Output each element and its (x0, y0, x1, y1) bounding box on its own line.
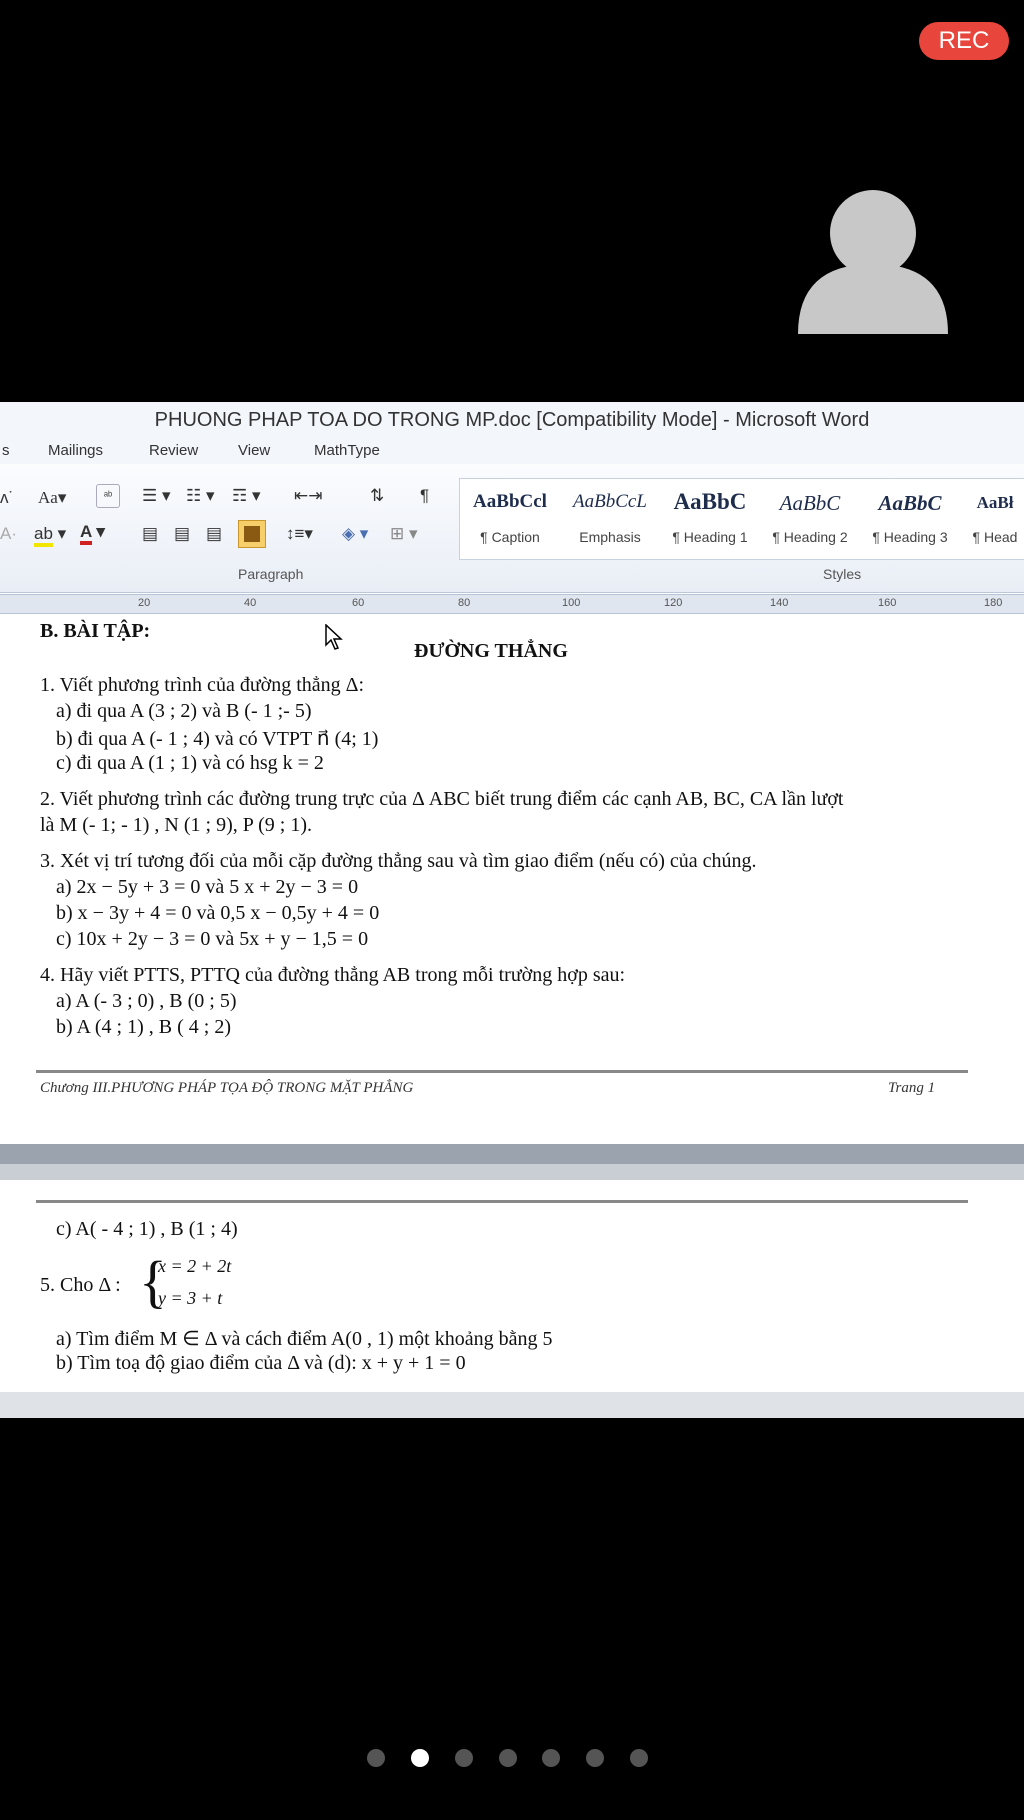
style-heading-3[interactable]: AaBbC ¶ Heading 3 (860, 479, 960, 559)
question-5a: a) Tìm điểm M ∈ Δ và cách điểm A(0 , 1) … (56, 1328, 553, 1350)
question-2: 2. Viết phương trình các đường trung trự… (40, 788, 844, 810)
align-left-icon[interactable]: ▤ (142, 524, 158, 544)
question-3a: a) 2x − 5y + 3 = 0 và 5 x + 2y − 3 = 0 (56, 876, 359, 898)
page-dot[interactable] (586, 1749, 604, 1767)
change-case-button[interactable]: Aa▾ (38, 488, 66, 508)
bullets-icon[interactable]: ☰ ▾ (142, 486, 171, 506)
section-heading: B. BÀI TẬP: (40, 620, 151, 642)
align-right-icon[interactable]: ▤ (206, 524, 222, 544)
question-2-cont: là M (- 1; - 1) , N (1 ; 9), P (9 ; 1). (40, 814, 312, 836)
question-3b: b) x − 3y + 4 = 0 và 0,5 x − 0,5y + 4 = … (56, 902, 380, 924)
borders-icon[interactable]: ⊞ ▾ (390, 524, 418, 544)
equation-y: y = 3 + t (158, 1288, 223, 1308)
clear-formatting-icon[interactable]: ᵃᵇ (96, 484, 120, 508)
question-4a: a) A (- 3 ; 0) , B (0 ; 5) (56, 990, 237, 1012)
multilevel-list-icon[interactable]: ☶ ▾ (232, 486, 261, 506)
pilcrow-icon[interactable]: ¶ (420, 486, 429, 506)
question-3c: c) 10x + 2y − 3 = 0 và 5x + y − 1,5 = 0 (56, 928, 369, 950)
tab-home-partial[interactable]: s (2, 442, 10, 459)
sort-icon[interactable]: ⇅ (370, 486, 384, 506)
header-rule (36, 1200, 968, 1203)
question-5: 5. Cho Δ : (40, 1274, 121, 1296)
page-dot[interactable] (630, 1749, 648, 1767)
question-4: 4. Hãy viết PTTS, PTTQ của đường thẳng A… (40, 964, 626, 986)
question-1b: b) đi qua A (- 1 ; 4) và có VTPT n⃗ (4; … (56, 728, 379, 750)
question-4c: c) A( - 4 ; 1) , B (1 ; 4) (56, 1218, 238, 1240)
word-window: PHUONG PHAP TOA DO TRONG MP.doc [Compati… (0, 402, 1024, 1418)
font-color-icon[interactable]: A ▾ (80, 522, 105, 545)
tab-mailings[interactable]: Mailings (48, 442, 103, 459)
window-title: PHUONG PHAP TOA DO TRONG MP.doc [Compati… (0, 402, 1024, 434)
page-break-shadow (0, 1164, 1024, 1180)
line-spacing-icon[interactable]: ↕≡▾ (286, 524, 313, 544)
styles-group-label: Styles (823, 566, 862, 582)
text-effects-icon[interactable]: A· (0, 524, 17, 544)
page-heading: ĐƯỜNG THẲNG (414, 640, 568, 662)
mouse-cursor-icon (325, 624, 343, 650)
highlight-icon[interactable]: ab ▾ (34, 524, 66, 547)
equation-x: x = 2 + 2t (158, 1256, 232, 1276)
page-dot[interactable] (542, 1749, 560, 1767)
indent-icon[interactable]: ⇤⇥ (294, 486, 323, 506)
styles-gallery: AaBbCcl ¶ Caption AaBbCcL Emphasis AaBbC… (459, 478, 1024, 560)
question-5b: b) Tìm toạ độ giao điểm của Δ và (d): x … (56, 1352, 466, 1374)
horizontal-ruler[interactable]: 20 40 60 80 100 120 140 160 180 (0, 594, 1024, 614)
question-1: 1. Viết phương trình của đường thẳng Δ: (40, 674, 365, 696)
justify-icon[interactable] (238, 520, 266, 548)
shading-icon[interactable]: ◈ ▾ (342, 524, 368, 544)
style-heading-4-partial[interactable]: AaBł ¶ Head (960, 479, 1024, 559)
tab-review[interactable]: Review (149, 442, 198, 459)
grow-font-icon[interactable]: ʌ˙ (0, 488, 14, 508)
page-number: Trang 1 (888, 1080, 936, 1096)
footer-rule (36, 1070, 968, 1073)
style-caption[interactable]: AaBbCcl ¶ Caption (460, 479, 560, 559)
style-heading-2[interactable]: AaBbC ¶ Heading 2 (760, 479, 860, 559)
question-4b: b) A (4 ; 1) , B ( 4 ; 2) (56, 1016, 231, 1038)
style-heading-1[interactable]: AaBbC ¶ Heading 1 (660, 479, 760, 559)
paragraph-group-label: Paragraph (238, 566, 304, 582)
ribbon: ʌ˙ Aa▾ ᵃᵇ ☰ ▾ ☷ ▾ ☶ ▾ ⇤⇥ ⇅ ¶ A· ab ▾ A ▾… (0, 464, 1024, 593)
recording-badge: REC (919, 22, 1009, 60)
horizontal-scrollbar[interactable] (0, 1392, 1024, 1418)
tab-view[interactable]: View (238, 442, 270, 459)
tab-mathtype[interactable]: MathType (314, 442, 380, 459)
page-dot-active[interactable] (411, 1749, 429, 1767)
question-1a: a) đi qua A (3 ; 2) và B (- 1 ;- 5) (56, 700, 312, 722)
align-center-icon[interactable]: ▤ (174, 524, 190, 544)
style-emphasis[interactable]: AaBbCcL Emphasis (560, 479, 660, 559)
user-avatar-icon (798, 190, 948, 334)
question-3: 3. Xét vị trí tương đối của mỗi cặp đườn… (40, 850, 757, 872)
question-1c: c) đi qua A (1 ; 1) và có hsg k = 2 (56, 752, 324, 774)
page-dot[interactable] (499, 1749, 517, 1767)
page-dot[interactable] (367, 1749, 385, 1767)
document-page-1[interactable]: B. BÀI TẬP: ĐƯỜNG THẲNG 1. Viết phương t… (0, 614, 1024, 1144)
page-footer-title: Chương III.PHƯƠNG PHÁP TỌA ĐỘ TRONG MẶT … (40, 1080, 414, 1096)
ribbon-tabs: s Mailings Review View MathType (0, 434, 1024, 464)
numbering-icon[interactable]: ☷ ▾ (186, 486, 215, 506)
document-page-2[interactable]: c) A( - 4 ; 1) , B (1 ; 4) 5. Cho Δ : { … (0, 1180, 1024, 1392)
page-dot[interactable] (455, 1749, 473, 1767)
